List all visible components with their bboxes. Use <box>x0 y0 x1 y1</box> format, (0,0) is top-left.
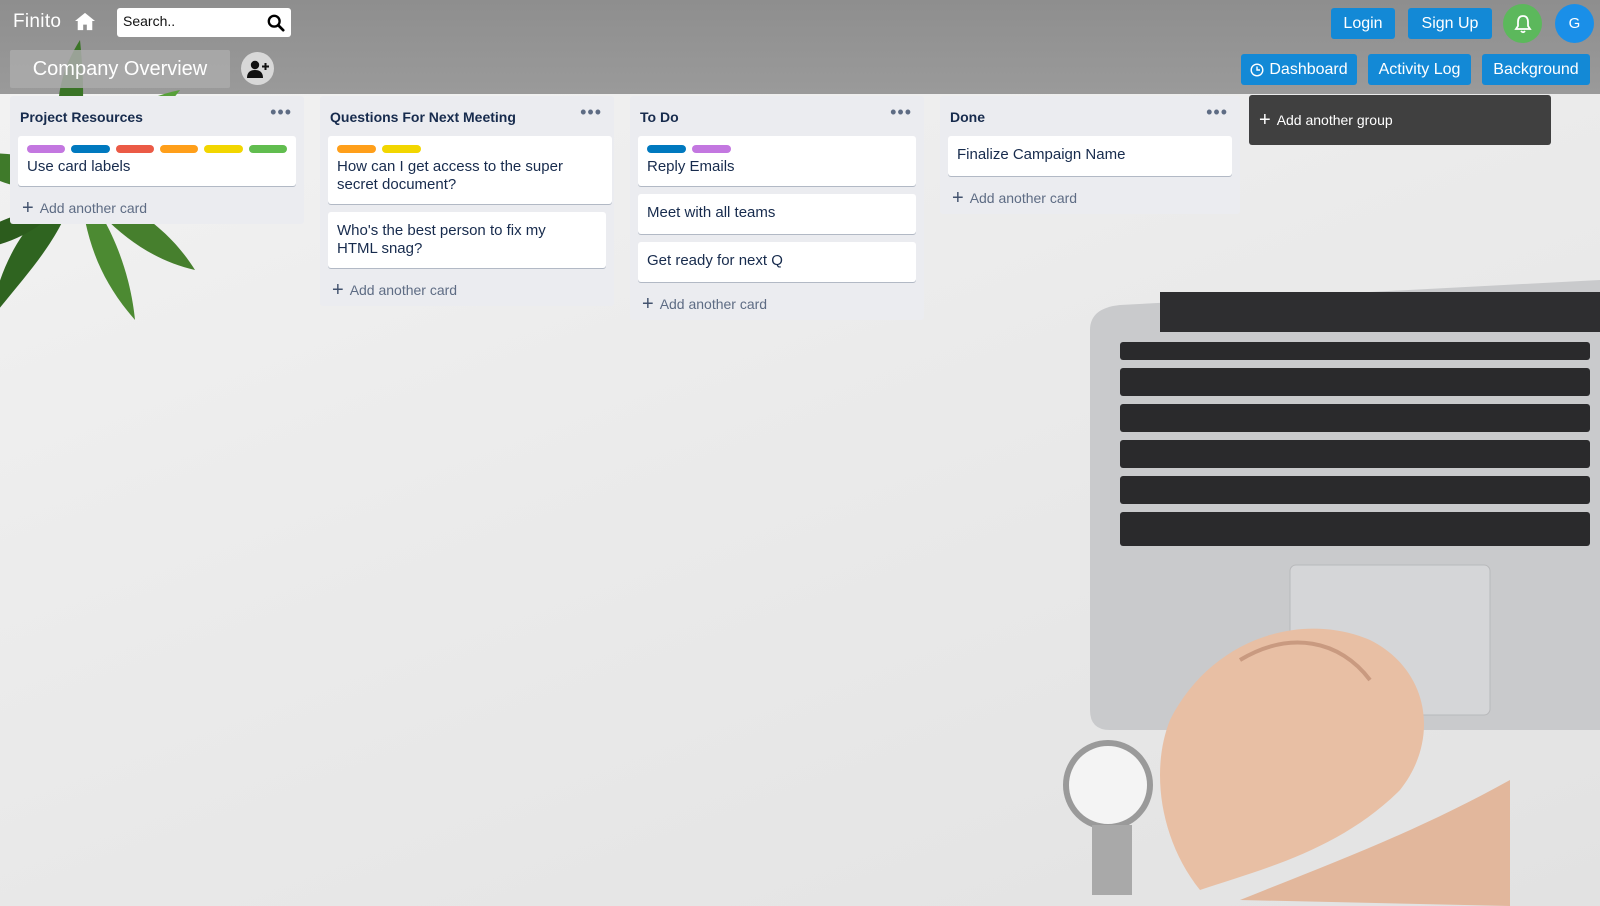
plus-icon: + <box>1259 109 1271 131</box>
add-group-label: Add another group <box>1276 112 1393 128</box>
more-icon[interactable]: ••• <box>580 103 602 121</box>
card[interactable]: Use card labels <box>18 136 296 186</box>
add-card-label: Add another card <box>659 296 768 312</box>
list-title[interactable]: Project Resources <box>20 109 143 125</box>
search-box <box>117 8 291 37</box>
brand-logo[interactable]: Finito <box>13 11 61 33</box>
list-header: Questions For Next Meeting ••• <box>320 96 614 136</box>
label-red[interactable] <box>115 145 154 153</box>
label-blue[interactable] <box>647 145 686 153</box>
list-project-resources: Project Resources ••• Use card labels + … <box>10 96 304 224</box>
background-button[interactable]: Background <box>1482 54 1590 85</box>
notifications-button[interactable] <box>1503 4 1542 43</box>
label-yellow[interactable] <box>204 145 243 153</box>
activity-log-button[interactable]: Activity Log <box>1368 54 1471 85</box>
add-card-label: Add another card <box>349 282 458 298</box>
card-text: Use card labels <box>27 158 131 175</box>
add-card-button[interactable]: + Add another card <box>10 192 304 224</box>
add-card-button[interactable]: + Add another card <box>320 274 614 306</box>
search-icon[interactable] <box>267 14 285 32</box>
label-yellow[interactable] <box>382 145 421 153</box>
more-icon[interactable]: ••• <box>1206 103 1228 121</box>
plus-icon: + <box>332 279 344 301</box>
list-header: Done ••• <box>940 96 1240 136</box>
card[interactable]: Get ready for next Q <box>638 242 916 282</box>
card[interactable]: Meet with all teams <box>638 194 916 234</box>
card-labels <box>337 145 592 153</box>
list-done: Done ••• Finalize Campaign Name + Add an… <box>940 96 1240 214</box>
card[interactable]: Reply Emails <box>638 136 916 186</box>
add-user-icon <box>246 60 269 78</box>
add-card-button[interactable]: + Add another card <box>630 288 924 320</box>
plus-icon: + <box>952 187 964 209</box>
list-title[interactable]: Questions For Next Meeting <box>330 109 516 125</box>
card-text: Meet with all teams <box>647 204 776 221</box>
signup-button[interactable]: Sign Up <box>1408 8 1492 39</box>
user-avatar[interactable]: G <box>1555 4 1594 43</box>
card-text: How can I get access to the super secret… <box>337 158 563 193</box>
card-text: Get ready for next Q <box>647 252 783 269</box>
label-blue[interactable] <box>71 145 110 153</box>
card[interactable]: Finalize Campaign Name <box>948 136 1232 176</box>
search-input[interactable] <box>123 13 253 29</box>
add-group-button[interactable]: + Add another group <box>1249 95 1551 145</box>
hands-image <box>1063 628 1510 906</box>
label-purple[interactable] <box>692 145 731 153</box>
card-labels <box>647 145 907 153</box>
card-labels <box>27 145 287 153</box>
label-orange[interactable] <box>159 145 199 153</box>
board-title[interactable]: Company Overview <box>10 50 230 88</box>
label-purple[interactable] <box>27 145 66 153</box>
invite-member-button[interactable] <box>241 52 274 85</box>
card-text: Finalize Campaign Name <box>957 146 1126 163</box>
plus-icon: + <box>22 197 34 219</box>
more-icon[interactable]: ••• <box>270 103 292 121</box>
add-card-label: Add another card <box>969 190 1078 206</box>
list-header: Project Resources ••• <box>10 96 304 136</box>
more-icon[interactable]: ••• <box>890 103 912 121</box>
list-title[interactable]: Done <box>950 109 985 125</box>
card[interactable]: Who's the best person to fix my HTML sna… <box>328 212 606 268</box>
clock-icon <box>1250 62 1264 77</box>
list-title[interactable]: To Do <box>640 109 679 125</box>
login-button[interactable]: Login <box>1331 8 1395 39</box>
add-card-label: Add another card <box>39 200 148 216</box>
card-text: Who's the best person to fix my HTML sna… <box>337 222 546 257</box>
list-to-do: To Do ••• Reply Emails Meet with all tea… <box>630 96 924 320</box>
plus-icon: + <box>642 293 654 315</box>
card[interactable]: How can I get access to the super secret… <box>328 136 612 204</box>
dashboard-button[interactable]: Dashboard <box>1241 54 1357 85</box>
add-card-button[interactable]: + Add another card <box>940 182 1240 214</box>
label-green[interactable] <box>248 145 287 153</box>
home-icon[interactable] <box>74 11 96 31</box>
top-bar: Finito Login Sign Up G <box>0 0 1600 46</box>
label-orange[interactable] <box>337 145 376 153</box>
dashboard-label: Dashboard <box>1269 60 1348 78</box>
list-questions-for-next-meeting: Questions For Next Meeting ••• How can I… <box>320 96 614 306</box>
list-header: To Do ••• <box>630 96 924 136</box>
card-text: Reply Emails <box>647 158 735 175</box>
bell-icon <box>1513 14 1532 33</box>
